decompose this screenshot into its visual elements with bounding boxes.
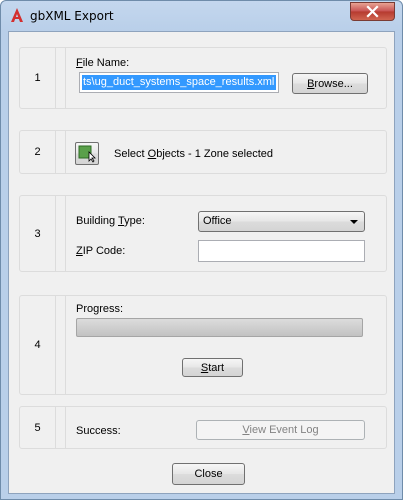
chevron-down-icon — [350, 220, 358, 224]
step-number: 4 — [20, 296, 56, 394]
progress-bar — [76, 318, 363, 337]
file-name-value: ts\ug_duct_systems_space_results.xml — [82, 75, 277, 90]
window-close-button[interactable] — [350, 2, 395, 21]
select-objects-label: Select Objects - 1 Zone selected — [114, 148, 273, 160]
group-divider — [57, 131, 66, 173]
start-button[interactable]: Start — [182, 358, 243, 377]
gbxml-export-window: gbXML Export 1 File Name: ts\ug_duct_sys… — [0, 0, 403, 500]
step-number: 3 — [20, 196, 56, 271]
step-number: 5 — [20, 407, 56, 448]
view-event-log-label: View Event Log — [242, 424, 319, 436]
view-event-log-button[interactable]: View Event Log — [196, 420, 365, 440]
step-number: 2 — [20, 131, 56, 173]
close-button-label: Close — [194, 468, 223, 480]
building-type-dropdown[interactable]: Office — [198, 211, 365, 232]
autocad-logo-icon — [11, 8, 23, 22]
close-button[interactable]: Close — [172, 463, 245, 485]
zip-code-input[interactable] — [198, 240, 365, 262]
select-objects-icon — [78, 145, 96, 163]
title-bar[interactable]: gbXML Export — [1, 1, 402, 31]
group-divider — [57, 48, 66, 108]
file-name-input[interactable]: ts\ug_duct_systems_space_results.xml — [79, 72, 279, 93]
window-title: gbXML Export — [30, 9, 114, 23]
step-number: 1 — [20, 48, 56, 108]
group-divider — [57, 296, 66, 394]
close-icon — [366, 5, 379, 18]
step-4-group: 4 — [19, 295, 387, 395]
group-divider — [57, 196, 66, 271]
file-name-label: File Name: — [76, 57, 130, 69]
building-type-value: Office — [203, 215, 232, 227]
group-divider — [57, 407, 66, 448]
browse-button-label: Browse... — [307, 77, 353, 90]
building-type-label: Building Type: — [76, 215, 145, 227]
progress-label: Progress: — [76, 303, 124, 315]
dialog-body: 1 File Name: ts\ug_duct_systems_space_re… — [8, 31, 395, 494]
browse-button[interactable]: Browse... — [292, 73, 368, 94]
success-label: Success: — [76, 425, 121, 437]
zip-code-label: ZIP Code: — [76, 245, 126, 257]
start-button-label: Start — [200, 361, 225, 374]
select-objects-button[interactable] — [75, 142, 99, 165]
